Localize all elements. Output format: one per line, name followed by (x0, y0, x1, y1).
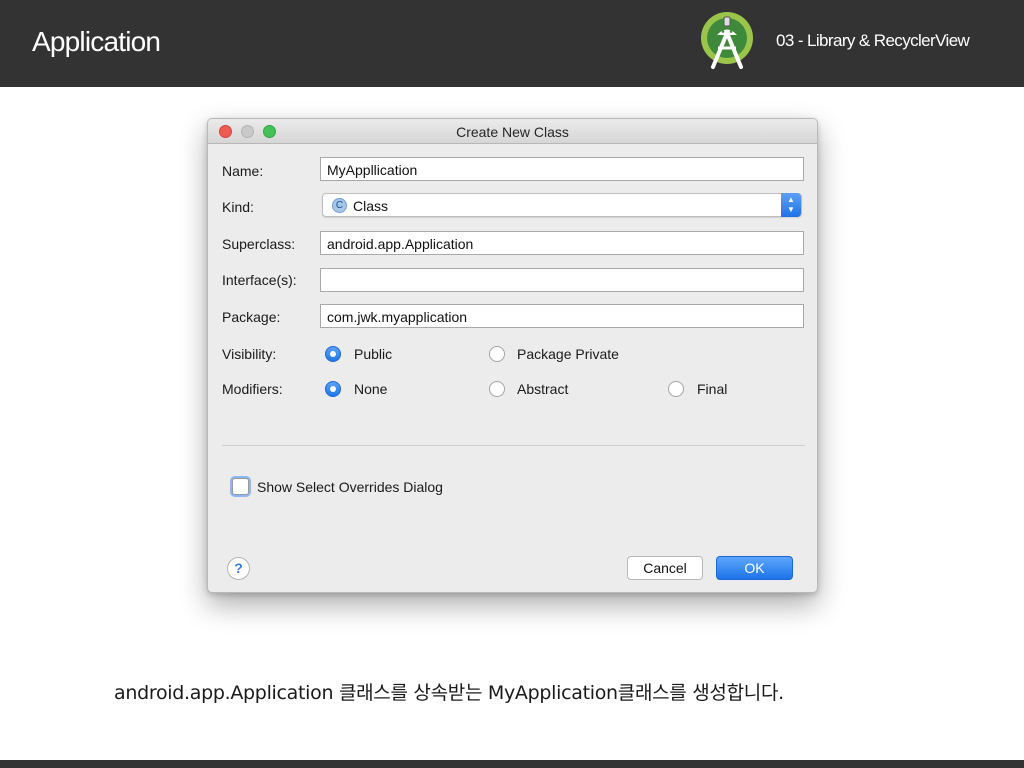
show-overrides-checkbox[interactable] (232, 478, 249, 495)
name-field[interactable]: MyAppllication (320, 157, 804, 181)
class-kind-icon: C (332, 198, 347, 213)
package-label: Package: (222, 309, 281, 325)
superclass-label: Superclass: (222, 236, 296, 252)
abstract-option-label[interactable]: Abstract (517, 381, 568, 397)
none-radio[interactable] (325, 381, 341, 397)
abstract-radio[interactable] (489, 381, 505, 397)
dialog-titlebar[interactable]: Create New Class (208, 119, 817, 144)
help-button[interactable]: ? (227, 557, 250, 580)
dialog-title: Create New Class (456, 124, 569, 140)
public-radio[interactable] (325, 346, 341, 362)
show-overrides-label[interactable]: Show Select Overrides Dialog (257, 479, 443, 495)
kind-select-value: Class (353, 198, 389, 214)
final-radio[interactable] (668, 381, 684, 397)
header-bar: Application 03 - Library & RecyclerView (0, 0, 1024, 87)
slide-title: Application (32, 26, 161, 57)
modifiers-label: Modifiers: (222, 381, 283, 397)
interfaces-field[interactable] (320, 268, 804, 292)
kind-select[interactable]: C Class ▲ ▼ (322, 193, 802, 217)
package-field[interactable]: com.jwk.myapplication (320, 304, 804, 328)
updown-chevron-icon[interactable]: ▲ ▼ (781, 193, 801, 217)
package-private-radio[interactable] (489, 346, 505, 362)
divider (222, 445, 805, 446)
superclass-field[interactable]: android.app.Application (320, 231, 804, 255)
footer-bar (0, 760, 1024, 768)
slide-caption: android.app.Application 클래스를 상속받는 MyAppl… (114, 682, 784, 704)
name-label: Name: (222, 163, 264, 179)
package-private-option-label[interactable]: Package Private (517, 346, 619, 362)
kind-label: Kind: (222, 199, 254, 215)
ok-button[interactable]: OK (716, 556, 793, 580)
visibility-label: Visibility: (222, 346, 277, 362)
final-option-label[interactable]: Final (697, 381, 727, 397)
cancel-button[interactable]: Cancel (627, 556, 703, 580)
none-option-label[interactable]: None (354, 381, 387, 397)
public-option-label[interactable]: Public (354, 346, 392, 362)
chapter-label: 03 - Library & RecyclerView (776, 31, 970, 50)
slide: Application 03 - Library & RecyclerView … (0, 0, 1024, 768)
create-new-class-dialog: Create New Class Name: MyAppllication Ki… (207, 118, 818, 593)
android-studio-icon (701, 12, 753, 69)
interfaces-label: Interface(s): (222, 272, 297, 288)
